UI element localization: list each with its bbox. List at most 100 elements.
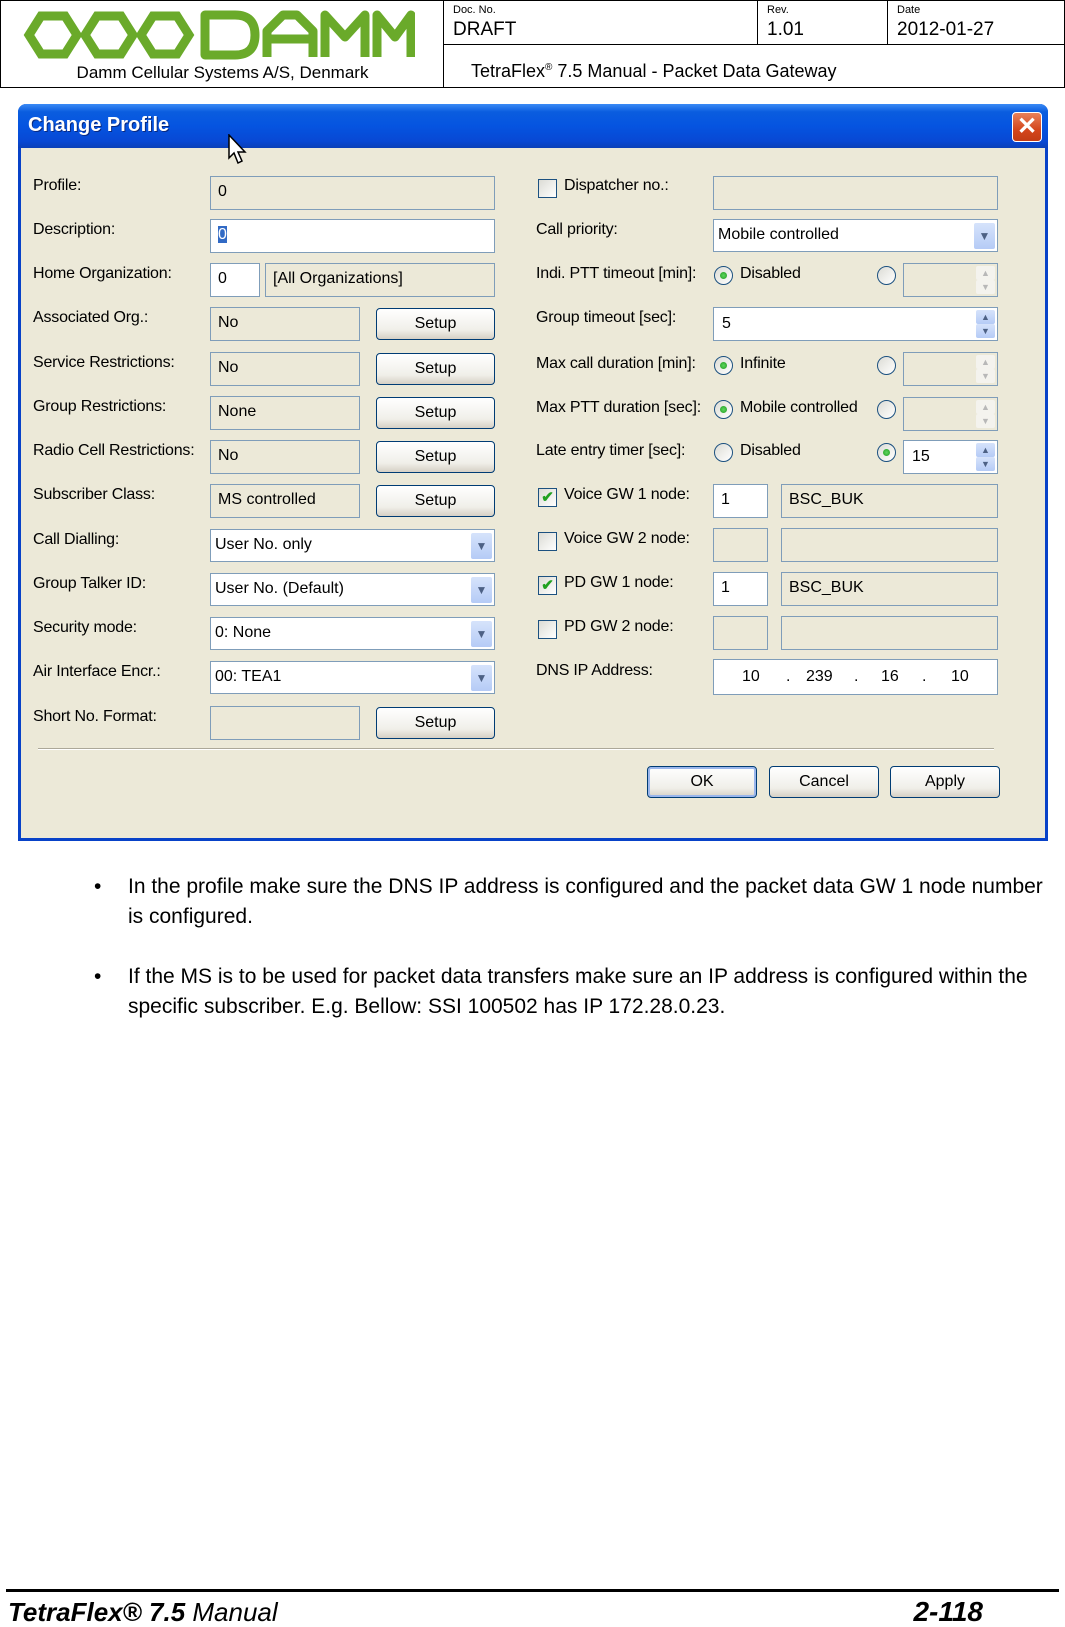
pd-gw1-node-input[interactable]: 1 bbox=[713, 572, 768, 606]
home-organization-label: Home Organization: bbox=[33, 265, 172, 282]
voice-gw1-label: Voice GW 1 node: bbox=[564, 486, 690, 503]
voice-gw2-node-field bbox=[713, 528, 768, 562]
check-icon: ✔ bbox=[541, 577, 554, 594]
group-timeout-spinner[interactable]: 5 ▲ ▼ bbox=[713, 307, 998, 341]
subscriber-class-label: Subscriber Class: bbox=[33, 486, 155, 503]
group-restrictions-field: None bbox=[210, 396, 360, 430]
spin-down-icon[interactable]: ▼ bbox=[976, 414, 995, 428]
home-organization-name: [All Organizations] bbox=[265, 263, 495, 297]
document-header: Damm Cellular Systems A/S, Denmark Doc. … bbox=[0, 0, 1065, 88]
air-interface-encr-value: 00: TEA1 bbox=[215, 668, 282, 685]
chevron-down-icon[interactable]: ▼ bbox=[471, 577, 492, 603]
service-restrictions-setup-button[interactable]: Setup bbox=[376, 353, 495, 385]
pd-gw1-label: PD GW 1 node: bbox=[564, 574, 674, 591]
spin-down-icon[interactable]: ▼ bbox=[976, 369, 995, 383]
call-priority-value: Mobile controlled bbox=[718, 226, 839, 243]
max-call-duration-value-radio[interactable] bbox=[877, 356, 896, 375]
profile-label: Profile: bbox=[33, 177, 82, 194]
spin-up-icon[interactable]: ▲ bbox=[976, 443, 995, 457]
security-mode-select[interactable]: 0: None ▼ bbox=[210, 617, 495, 650]
indi-ptt-timeout-disabled-radio[interactable] bbox=[714, 266, 733, 285]
dialog-titlebar[interactable]: Change Profile ✕ bbox=[18, 104, 1048, 148]
associated-org-setup-button[interactable]: Setup bbox=[376, 308, 495, 340]
spin-up-icon[interactable]: ▲ bbox=[976, 310, 995, 324]
service-restrictions-field: No bbox=[210, 352, 360, 386]
dns-ip-dot: . bbox=[922, 668, 927, 685]
voice-gw1-node-input[interactable]: 1 bbox=[713, 484, 768, 518]
indi-ptt-timeout-option-label: Disabled bbox=[740, 265, 801, 282]
spin-up-icon[interactable]: ▲ bbox=[976, 266, 995, 280]
short-no-format-label: Short No. Format: bbox=[33, 708, 157, 725]
cancel-button[interactable]: Cancel bbox=[769, 766, 879, 798]
service-restrictions-label: Service Restrictions: bbox=[33, 354, 175, 371]
date-label: Date bbox=[897, 4, 921, 16]
chevron-down-icon[interactable]: ▼ bbox=[471, 533, 492, 559]
dns-ip-octet-4: 10 bbox=[951, 668, 969, 685]
short-no-format-field bbox=[210, 706, 360, 740]
late-entry-timer-value-radio[interactable] bbox=[877, 443, 896, 462]
description-label: Description: bbox=[33, 221, 116, 238]
spin-down-icon[interactable]: ▼ bbox=[976, 457, 995, 471]
dns-ip-octet-1: 10 bbox=[742, 668, 760, 685]
dispatcher-no-field bbox=[713, 176, 998, 210]
max-call-duration-spinner[interactable]: ▲ ▼ bbox=[903, 352, 998, 386]
close-icon: ✕ bbox=[1016, 113, 1038, 140]
dns-ip-dot: . bbox=[786, 668, 791, 685]
voice-gw2-checkbox[interactable] bbox=[538, 532, 557, 551]
dispatcher-no-checkbox[interactable] bbox=[538, 179, 557, 198]
security-mode-label: Security mode: bbox=[33, 619, 137, 636]
call-dialling-select[interactable]: User No. only ▼ bbox=[210, 529, 495, 562]
home-organization-input[interactable]: 0 bbox=[210, 263, 260, 297]
max-call-duration-infinite-radio[interactable] bbox=[714, 356, 733, 375]
max-ptt-duration-label: Max PTT duration [sec]: bbox=[536, 399, 701, 416]
description-value: 0 bbox=[218, 226, 227, 243]
date-cell: Date 2012-01-27 bbox=[888, 1, 1065, 45]
pd-gw2-checkbox[interactable] bbox=[538, 620, 557, 639]
spin-down-icon[interactable]: ▼ bbox=[976, 324, 995, 338]
change-profile-dialog: Change Profile ✕ Profile: 0 Description:… bbox=[18, 104, 1048, 841]
radio-cell-restrictions-field: No bbox=[210, 440, 360, 474]
spin-up-icon[interactable]: ▲ bbox=[976, 355, 995, 369]
voice-gw1-checkbox[interactable]: ✔ bbox=[538, 488, 557, 507]
rev-label: Rev. bbox=[767, 4, 789, 16]
late-entry-timer-spinner[interactable]: 15 ▲ ▼ bbox=[903, 440, 998, 474]
pd-gw1-checkbox[interactable]: ✔ bbox=[538, 576, 557, 595]
group-restrictions-setup-button[interactable]: Setup bbox=[376, 397, 495, 429]
air-interface-encr-select[interactable]: 00: TEA1 ▼ bbox=[210, 661, 495, 694]
chevron-down-icon[interactable]: ▼ bbox=[974, 223, 995, 249]
indi-ptt-timeout-value-radio[interactable] bbox=[877, 266, 896, 285]
pd-gw2-name bbox=[781, 616, 998, 650]
instruction-bullet: If the MS is to be used for packet data … bbox=[94, 962, 1054, 1022]
spin-up-icon[interactable]: ▲ bbox=[976, 400, 995, 414]
radio-cell-restrictions-setup-button[interactable]: Setup bbox=[376, 441, 495, 473]
radio-cell-restrictions-label: Radio Cell Restrictions: bbox=[33, 442, 195, 459]
max-ptt-duration-option-label: Mobile controlled bbox=[740, 399, 858, 416]
ok-button[interactable]: OK bbox=[647, 766, 757, 798]
late-entry-timer-option-label: Disabled bbox=[740, 442, 801, 459]
apply-button[interactable]: Apply bbox=[890, 766, 1000, 798]
call-priority-select[interactable]: Mobile controlled ▼ bbox=[713, 219, 998, 252]
rev-value: 1.01 bbox=[767, 19, 804, 40]
group-restrictions-label: Group Restrictions: bbox=[33, 398, 167, 415]
logo-cell: Damm Cellular Systems A/S, Denmark bbox=[1, 1, 444, 88]
page-number: 2-118 bbox=[913, 1596, 983, 1627]
description-input[interactable]: 0 bbox=[210, 219, 495, 253]
short-no-format-setup-button[interactable]: Setup bbox=[376, 707, 495, 739]
group-talker-id-select[interactable]: User No. (Default) ▼ bbox=[210, 573, 495, 606]
chevron-down-icon[interactable]: ▼ bbox=[471, 665, 492, 691]
damm-logo-icon bbox=[23, 10, 415, 60]
max-ptt-duration-spinner[interactable]: ▲ ▼ bbox=[903, 397, 998, 431]
spin-down-icon[interactable]: ▼ bbox=[976, 280, 995, 294]
max-ptt-duration-mobile-radio[interactable] bbox=[714, 400, 733, 419]
footer-divider bbox=[6, 1589, 1059, 1592]
indi-ptt-timeout-spinner[interactable]: ▲ ▼ bbox=[903, 263, 998, 297]
subscriber-class-setup-button[interactable]: Setup bbox=[376, 485, 495, 517]
close-button[interactable]: ✕ bbox=[1012, 112, 1042, 142]
dns-ip-label: DNS IP Address: bbox=[536, 662, 653, 679]
max-call-duration-option-label: Infinite bbox=[740, 355, 786, 372]
max-ptt-duration-value-radio[interactable] bbox=[877, 400, 896, 419]
dns-ip-input[interactable]: 10 . 239 . 16 . 10 bbox=[713, 659, 998, 695]
chevron-down-icon[interactable]: ▼ bbox=[471, 621, 492, 647]
late-entry-timer-disabled-radio[interactable] bbox=[714, 443, 733, 462]
voice-gw2-label: Voice GW 2 node: bbox=[564, 530, 690, 547]
